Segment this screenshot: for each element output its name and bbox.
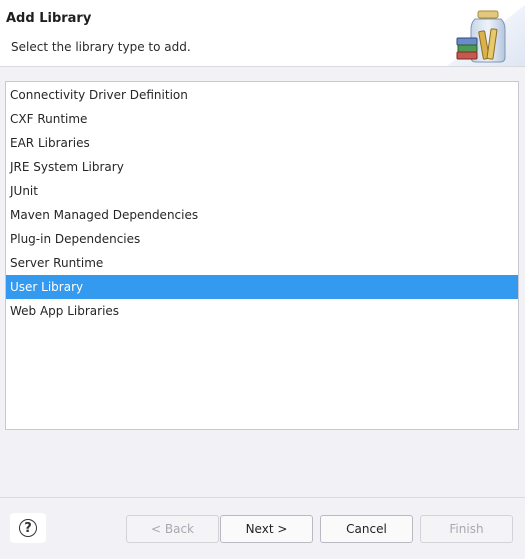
- list-item[interactable]: Server Runtime: [6, 251, 518, 275]
- dialog-description: Select the library type to add.: [11, 40, 191, 54]
- list-item[interactable]: Maven Managed Dependencies: [6, 203, 518, 227]
- dialog-title: Add Library: [6, 11, 92, 26]
- list-item[interactable]: JRE System Library: [6, 155, 518, 179]
- list-item[interactable]: Plug-in Dependencies: [6, 227, 518, 251]
- library-type-list[interactable]: Connectivity Driver Definition CXF Runtim…: [5, 81, 519, 430]
- finish-button[interactable]: Finish: [420, 515, 513, 543]
- library-jar-books-icon: [447, 5, 525, 66]
- back-button[interactable]: < Back: [126, 515, 219, 543]
- list-item[interactable]: EAR Libraries: [6, 131, 518, 155]
- list-item[interactable]: Connectivity Driver Definition: [6, 83, 518, 107]
- list-item[interactable]: CXF Runtime: [6, 107, 518, 131]
- dialog-header: Add Library Select the library type to a…: [0, 0, 525, 67]
- list-item[interactable]: User Library: [6, 275, 518, 299]
- help-icon: ?: [19, 519, 37, 537]
- list-item[interactable]: Web App Libraries: [6, 299, 518, 323]
- list-item[interactable]: JUnit: [6, 179, 518, 203]
- next-button[interactable]: Next >: [220, 515, 313, 543]
- help-button[interactable]: ?: [10, 513, 46, 543]
- footer-divider: [0, 497, 525, 498]
- cancel-button[interactable]: Cancel: [320, 515, 413, 543]
